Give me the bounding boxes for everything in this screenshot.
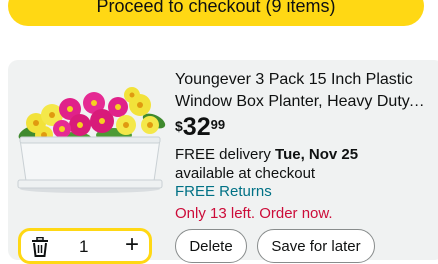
delivery-suffix: available at checkout <box>175 165 316 182</box>
checkout-label: Proceed to checkout (9 items) <box>96 0 336 16</box>
save-for-later-button[interactable]: Save for later <box>257 229 375 263</box>
delivery-prefix: FREE delivery <box>175 146 276 163</box>
trash-icon[interactable] <box>31 237 49 257</box>
price-currency: $ <box>175 118 183 134</box>
plus-icon[interactable]: + <box>125 231 139 259</box>
quantity-stepper: 1 + <box>18 228 152 264</box>
quantity-value: 1 <box>79 237 89 256</box>
product-image[interactable] <box>14 85 166 193</box>
stock-warning: Only 13 left. Order now. <box>175 205 333 222</box>
delivery-date: Tue, Nov 25 <box>275 146 359 163</box>
product-title[interactable]: Youngever 3 Pack 15 Inch Plastic Window … <box>175 69 427 113</box>
free-returns-link[interactable]: FREE Returns <box>175 183 272 200</box>
price-whole: 32 <box>182 113 211 141</box>
delivery-info: FREE delivery Tue, Nov 25 available at c… <box>175 145 358 183</box>
delete-label: Delete <box>189 237 233 255</box>
price-fraction: 99 <box>210 117 226 132</box>
save-for-later-label: Save for later <box>271 237 361 255</box>
product-price: $ 32 99 <box>175 112 225 142</box>
proceed-to-checkout-button[interactable]: Proceed to checkout (9 items) <box>8 0 424 26</box>
delete-button[interactable]: Delete <box>175 229 247 263</box>
